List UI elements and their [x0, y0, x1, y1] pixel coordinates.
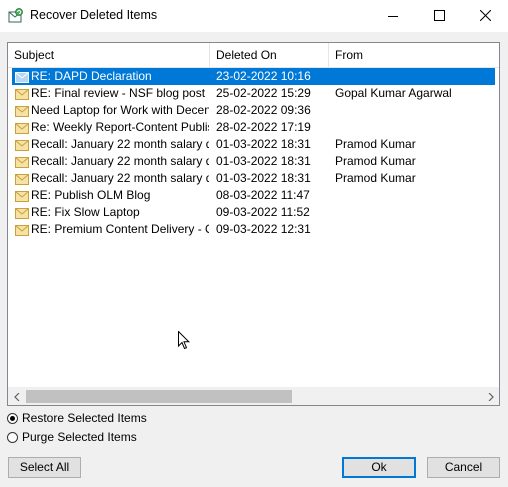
restore-radio[interactable] — [7, 412, 18, 424]
row-from: Pramod Kumar — [335, 171, 416, 185]
row-from: Pramod Kumar — [335, 154, 416, 168]
column-header-deleted-on[interactable]: Deleted On — [210, 43, 329, 67]
envelope-icon — [15, 173, 29, 185]
select-all-button[interactable]: Select All — [8, 457, 81, 478]
row-deleted-on: 28-02-2022 17:19 — [216, 120, 311, 134]
row-from — [335, 221, 493, 238]
envelope-icon — [15, 224, 29, 236]
horizontal-scrollbar[interactable] — [8, 387, 499, 405]
minimize-button[interactable] — [370, 0, 416, 31]
envelope-icon — [15, 105, 29, 117]
row-subject: RE: DAPD Declaration — [31, 69, 152, 83]
row-subject: RE: Final review - NSF blog post — [31, 86, 206, 100]
table-row[interactable]: Recall: January 22 month salary d... 01-… — [12, 136, 495, 153]
envelope-icon — [15, 139, 29, 151]
row-from: Pramod Kumar — [335, 137, 416, 151]
restore-option[interactable]: Restore Selected Items — [7, 411, 147, 425]
mouse-cursor — [178, 330, 191, 353]
table-row[interactable]: RE: Premium Content Delivery - Q... 09-0… — [12, 221, 495, 238]
title-bar: Recover Deleted Items — [0, 0, 508, 32]
row-subject: RE: Fix Slow Laptop — [31, 205, 140, 219]
table-row[interactable]: RE: Final review - NSF blog post 25-02-2… — [12, 85, 495, 102]
table-row[interactable]: Need Laptop for Work with Decen... 28-02… — [12, 102, 495, 119]
table-row[interactable]: RE: DAPD Declaration 23-02-2022 10:16 — [12, 68, 495, 85]
envelope-icon — [15, 88, 29, 100]
cancel-button[interactable]: Cancel — [427, 457, 500, 478]
row-deleted-on: 01-03-2022 18:31 — [216, 154, 311, 168]
table-row[interactable]: Recall: January 22 month salary d... 01-… — [12, 153, 495, 170]
scroll-left-button[interactable] — [8, 388, 25, 405]
scroll-right-button[interactable] — [482, 388, 499, 405]
row-subject: RE: Premium Content Delivery - Q... — [31, 222, 209, 236]
ok-button[interactable]: Ok — [342, 457, 416, 478]
envelope-icon — [15, 190, 29, 202]
row-subject: Re: Weekly Report-Content Publis... — [31, 120, 209, 134]
row-from: Gopal Kumar Agarwal — [335, 86, 452, 100]
row-deleted-on: 01-03-2022 18:31 — [216, 171, 311, 185]
row-deleted-on: 09-03-2022 12:31 — [216, 222, 311, 236]
table-row[interactable]: RE: Publish OLM Blog 08-03-2022 11:47 — [12, 187, 495, 204]
window-title: Recover Deleted Items — [30, 8, 158, 22]
list-header: Subject Deleted On From — [8, 43, 499, 68]
scroll-thumb[interactable] — [26, 390, 292, 403]
row-subject: Recall: January 22 month salary d... — [31, 171, 209, 185]
maximize-button[interactable] — [416, 0, 462, 31]
table-row[interactable]: Recall: January 22 month salary d... 01-… — [12, 170, 495, 187]
row-subject: Need Laptop for Work with Decen... — [31, 103, 209, 117]
recover-items-icon — [8, 8, 24, 24]
chevron-right-icon — [488, 392, 494, 401]
column-header-from[interactable]: From — [329, 43, 499, 67]
row-deleted-on: 08-03-2022 11:47 — [216, 188, 310, 202]
chevron-left-icon — [13, 392, 19, 401]
table-row[interactable]: RE: Fix Slow Laptop 09-03-2022 11:52 — [12, 204, 495, 221]
row-deleted-on: 25-02-2022 15:29 — [216, 86, 311, 100]
envelope-icon — [15, 207, 29, 219]
close-icon — [479, 10, 491, 21]
purge-option[interactable]: Purge Selected Items — [7, 430, 137, 444]
row-deleted-on: 28-02-2022 09:36 — [216, 103, 311, 117]
close-button[interactable] — [462, 0, 508, 31]
restore-label: Restore Selected Items — [22, 411, 147, 425]
column-header-subject[interactable]: Subject — [8, 43, 210, 67]
purge-label: Purge Selected Items — [22, 430, 137, 444]
row-from — [335, 119, 493, 136]
row-from — [335, 187, 493, 204]
envelope-icon — [15, 156, 29, 168]
envelope-icon — [15, 71, 29, 83]
row-from — [335, 204, 493, 221]
deleted-items-list[interactable]: Subject Deleted On From RE: DAPD Declara… — [7, 42, 500, 406]
row-deleted-on: 01-03-2022 18:31 — [216, 137, 311, 151]
row-deleted-on: 23-02-2022 10:16 — [216, 69, 311, 83]
row-subject: Recall: January 22 month salary d... — [31, 154, 209, 168]
row-subject: Recall: January 22 month salary d... — [31, 137, 209, 151]
row-from — [335, 68, 493, 85]
purge-radio[interactable] — [7, 431, 18, 443]
table-row[interactable]: Re: Weekly Report-Content Publis... 28-0… — [12, 119, 495, 136]
row-from — [335, 102, 493, 119]
row-subject: RE: Publish OLM Blog — [31, 188, 151, 202]
row-deleted-on: 09-03-2022 11:52 — [216, 205, 310, 219]
envelope-icon — [15, 122, 29, 134]
